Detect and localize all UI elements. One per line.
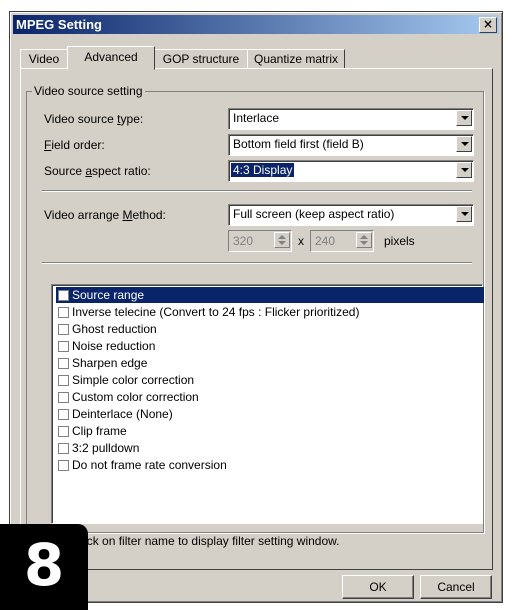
list-item[interactable]: Inverse telecine (Convert to 24 fps : Fl… <box>56 304 359 320</box>
width-spinner[interactable]: 320 <box>228 230 292 252</box>
aspect-ratio-label: Source aspect ratio: <box>44 164 151 178</box>
window-title: MPEG Setting <box>16 17 102 32</box>
checkbox[interactable] <box>58 443 69 454</box>
aspect-ratio-value: 4:3 Display <box>231 163 295 177</box>
list-item[interactable]: Simple color correction <box>56 372 194 388</box>
checkbox[interactable] <box>58 426 69 437</box>
step-badge: 8 <box>0 524 88 610</box>
chevron-down-icon[interactable] <box>456 206 472 222</box>
arrange-method-label: Video arrange Method: <box>44 208 166 222</box>
close-button[interactable]: × <box>479 17 497 33</box>
spin-arrows-icon[interactable] <box>274 232 290 248</box>
height-value: 240 <box>315 234 336 248</box>
checkbox[interactable] <box>58 358 69 369</box>
cancel-button[interactable]: Cancel <box>420 575 492 599</box>
ok-button[interactable]: OK <box>342 575 414 599</box>
tab-advanced[interactable]: Advanced <box>67 46 155 70</box>
list-item[interactable]: Custom color correction <box>56 389 199 405</box>
source-type-value: Interlace <box>233 111 280 125</box>
list-item[interactable]: Sharpen edge <box>56 355 147 371</box>
separator <box>42 190 472 192</box>
list-item[interactable]: Deinterlace (None) <box>56 406 173 422</box>
group-label: Video source setting <box>32 84 145 98</box>
checkbox[interactable] <box>58 460 69 471</box>
field-order-value: Bottom field first (field B) <box>233 137 364 151</box>
tab-gop-structure[interactable]: GOP structure <box>154 49 248 69</box>
list-item[interactable]: Source range <box>56 287 484 303</box>
size-x-label: x <box>298 234 304 248</box>
checkbox[interactable] <box>58 392 69 403</box>
chevron-down-icon[interactable] <box>456 136 472 152</box>
separator <box>42 262 472 264</box>
list-item[interactable]: Ghost reduction <box>56 321 157 337</box>
spin-arrows-icon[interactable] <box>356 232 372 248</box>
arrange-method-value: Full screen (keep aspect ratio) <box>233 207 395 221</box>
tab-video[interactable]: Video <box>20 49 68 69</box>
filter-list[interactable]: Source range Inverse telecine (Convert t… <box>51 284 484 524</box>
list-item[interactable]: Clip frame <box>56 423 127 439</box>
mpeg-setting-dialog: MPEG Setting × Video Advanced GOP struct… <box>9 11 503 603</box>
checkbox[interactable] <box>58 375 69 386</box>
title-bar[interactable]: MPEG Setting × <box>13 15 499 34</box>
source-type-select[interactable]: Interlace <box>228 108 474 130</box>
pixels-label: pixels <box>384 234 415 248</box>
checkbox[interactable] <box>58 324 69 335</box>
tab-quantize-matrix[interactable]: Quantize matrix <box>247 49 345 69</box>
checkbox[interactable] <box>58 409 69 420</box>
list-item[interactable]: Noise reduction <box>56 338 155 354</box>
chevron-down-icon[interactable] <box>456 162 472 178</box>
checkbox[interactable] <box>58 290 69 301</box>
list-item[interactable]: Do not frame rate conversion <box>56 457 227 473</box>
arrange-method-select[interactable]: Full screen (keep aspect ratio) <box>228 204 474 226</box>
width-value: 320 <box>233 234 254 248</box>
list-item[interactable]: 3:2 pulldown <box>56 440 139 456</box>
checkbox[interactable] <box>58 341 69 352</box>
field-order-label: Field order: <box>44 138 105 152</box>
source-type-label: Video source type: <box>44 112 144 126</box>
aspect-ratio-select[interactable]: 4:3 Display <box>228 160 474 182</box>
chevron-down-icon[interactable] <box>456 110 472 126</box>
field-order-select[interactable]: Bottom field first (field B) <box>228 134 474 156</box>
step-number: 8 <box>23 531 65 599</box>
height-spinner[interactable]: 240 <box>310 230 374 252</box>
checkbox[interactable] <box>58 307 69 318</box>
